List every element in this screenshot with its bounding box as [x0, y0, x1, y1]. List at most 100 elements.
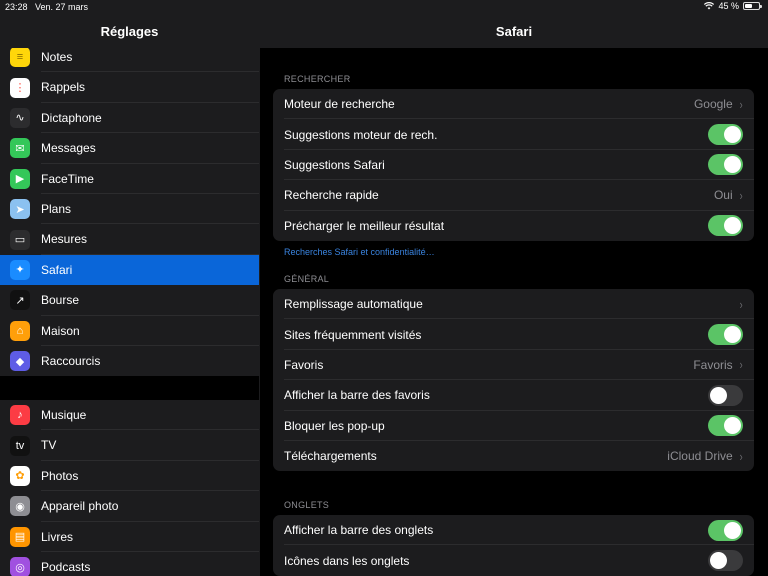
- reminders-icon: ⋮: [10, 77, 30, 98]
- status-time: 23:28: [5, 2, 28, 12]
- sidebar-item-tv[interactable]: tv TV: [0, 430, 259, 461]
- setting-row-suggestions-moteur-de-rech: Suggestions moteur de rech.: [273, 119, 754, 151]
- sidebar-item-dictaphone[interactable]: ∿ Dictaphone: [0, 103, 259, 134]
- sidebar-item-messages[interactable]: ✉ Messages: [0, 133, 259, 164]
- safari-settings-pane: Safari RECHERCHER Moteur de recherche Goo…: [260, 0, 768, 576]
- setting-label: Moteur de recherche: [284, 97, 395, 112]
- facetime-icon: ▶: [10, 168, 30, 189]
- setting-row-recherche-rapide[interactable]: Recherche rapide Oui ›: [273, 180, 754, 211]
- toggle-switch[interactable]: [708, 215, 743, 237]
- setting-row-afficher-la-barre-des-onglets: Afficher la barre des onglets: [273, 515, 754, 546]
- chevron-right-icon: ›: [739, 187, 743, 203]
- sidebar-item-label: Photos: [41, 461, 259, 492]
- status-date: Ven. 27 mars: [35, 2, 89, 12]
- setting-label: Bloquer les pop-up: [284, 418, 385, 433]
- chevron-right-icon: ›: [739, 448, 743, 464]
- setting-label: Afficher la barre des onglets: [284, 523, 434, 538]
- section-header-tabs: ONGLETS: [284, 500, 330, 510]
- toggle-switch[interactable]: [708, 415, 743, 437]
- sidebar-item-appareil-photo[interactable]: ◉ Appareil photo: [0, 491, 259, 522]
- section-header-search: RECHERCHER: [284, 74, 351, 84]
- sidebar-item-label: Dictaphone: [41, 103, 259, 134]
- sidebar-item-label: Maison: [41, 316, 259, 346]
- sidebar-item-rappels[interactable]: ⋮ Rappels: [0, 72, 259, 103]
- group-tabs: Afficher la barre des onglets Icônes dans…: [273, 515, 754, 576]
- sidebar-item-maison[interactable]: ⌂ Maison: [0, 316, 259, 346]
- sidebar: Réglages ≡ Notes ⋮ Rappels ∿ Dictaphone ✉ Messa…: [0, 0, 259, 576]
- toggle-switch[interactable]: [708, 384, 743, 406]
- setting-row-precharger-le-meilleur-resultat: Précharger le meilleur résultat: [273, 211, 754, 241]
- chevron-right-icon: ›: [739, 296, 743, 312]
- toggle-knob: [710, 386, 727, 404]
- sidebar-item-bourse[interactable]: ↗ Bourse: [0, 285, 259, 316]
- setting-label: Icônes dans les onglets: [284, 553, 410, 568]
- status-bar: 23:28 Ven. 27 mars 45 %: [0, 0, 768, 14]
- maps-icon: ➤: [10, 199, 30, 220]
- toggle-switch[interactable]: [708, 550, 743, 572]
- toggle-switch[interactable]: [708, 154, 743, 176]
- toggle-switch[interactable]: [708, 519, 743, 541]
- setting-label: Remplissage automatique: [284, 297, 423, 312]
- tv-icon: tv: [10, 435, 30, 456]
- sidebar-item-label: Plans: [41, 194, 259, 225]
- safari-icon: ✦: [10, 259, 30, 280]
- status-right: 45 %: [704, 1, 762, 11]
- setting-label: Suggestions moteur de rech.: [284, 127, 438, 142]
- toggle-knob: [724, 521, 741, 539]
- sidebar-item-plans[interactable]: ➤ Plans: [0, 194, 259, 225]
- sidebar-item-facetime[interactable]: ▶ FaceTime: [0, 164, 259, 194]
- sidebar-item-musique[interactable]: ♪ Musique: [0, 400, 259, 431]
- setting-row-favoris[interactable]: Favoris Favoris ›: [273, 350, 754, 381]
- podcasts-icon: ◎: [10, 557, 30, 576]
- toggle-knob: [724, 417, 741, 435]
- sidebar-item-safari[interactable]: ✦ Safari: [0, 254, 259, 286]
- setting-row-icones-dans-les-onglets: Icônes dans les onglets: [273, 545, 754, 575]
- setting-value: Favoris: [693, 357, 733, 372]
- sidebar-item-label: FaceTime: [41, 164, 259, 194]
- sidebar-item-label: Musique: [41, 400, 259, 431]
- battery-percent: 45 %: [718, 1, 739, 11]
- setting-row-moteur-de-recherche[interactable]: Moteur de recherche Google ›: [273, 89, 754, 120]
- sidebar-item-livres[interactable]: ▤ Livres: [0, 522, 259, 552]
- wifi-icon: [704, 2, 715, 10]
- photos-icon: ✿: [10, 465, 30, 486]
- sidebar-item-label: Raccourcis: [41, 353, 101, 368]
- sidebar-group-media: ♪ Musique tv TV ✿ Photos ◉ Appareil photo ▤ Livre…: [0, 400, 259, 576]
- setting-label: Afficher la barre des favoris: [284, 388, 430, 403]
- sidebar-item-raccourcis[interactable]: ◆ Raccourcis: [0, 346, 259, 376]
- setting-row-telechargements[interactable]: Téléchargements iCloud Drive ›: [273, 441, 754, 471]
- sidebar-item-podcasts[interactable]: ◎ Podcasts: [0, 552, 259, 576]
- setting-value: Google: [693, 97, 733, 112]
- sidebar-group-apps: ≡ Notes ⋮ Rappels ∿ Dictaphone ✉ Messages ▶ FaceT…: [0, 42, 259, 377]
- setting-label: Téléchargements: [284, 449, 377, 464]
- setting-value: Oui: [713, 188, 733, 203]
- setting-row-remplissage-automatique[interactable]: Remplissage automatique ›: [273, 289, 754, 320]
- music-icon: ♪: [10, 405, 30, 426]
- safari-privacy-link[interactable]: Recherches Safari et confidentialité…: [284, 247, 435, 257]
- toggle-knob: [724, 326, 741, 344]
- group-search: Moteur de recherche Google › Suggestions mo…: [273, 89, 754, 241]
- camera-icon: ◉: [10, 496, 30, 517]
- sidebar-item-mesures[interactable]: ▭ Mesures: [0, 224, 259, 255]
- section-header-general: GÉNÉRAL: [284, 274, 330, 284]
- notes-icon: ≡: [10, 47, 30, 68]
- sidebar-item-label: Safari: [41, 262, 73, 277]
- setting-row-suggestions-safari: Suggestions Safari: [273, 150, 754, 181]
- sidebar-item-photos[interactable]: ✿ Photos: [0, 461, 259, 492]
- setting-row-bloquer-les-pop-up: Bloquer les pop-up: [273, 411, 754, 442]
- toggle-knob: [724, 156, 741, 174]
- voice-memos-icon: ∿: [10, 107, 30, 128]
- setting-label: Recherche rapide: [284, 188, 379, 203]
- toggle-knob: [724, 217, 741, 235]
- sidebar-title: Réglages: [100, 24, 159, 39]
- sidebar-item-label: Livres: [41, 522, 259, 552]
- toggle-switch[interactable]: [708, 324, 743, 346]
- sidebar-item-label: Mesures: [41, 224, 259, 255]
- group-general: Remplissage automatique › Sites fréquemmen…: [273, 289, 754, 472]
- setting-row-afficher-la-barre-des-favoris: Afficher la barre des favoris: [273, 380, 754, 411]
- measure-icon: ▭: [10, 229, 30, 250]
- toggle-switch[interactable]: [708, 124, 743, 146]
- stocks-icon: ↗: [10, 290, 30, 311]
- shortcuts-icon: ◆: [10, 351, 30, 372]
- page-title: Safari: [495, 24, 533, 39]
